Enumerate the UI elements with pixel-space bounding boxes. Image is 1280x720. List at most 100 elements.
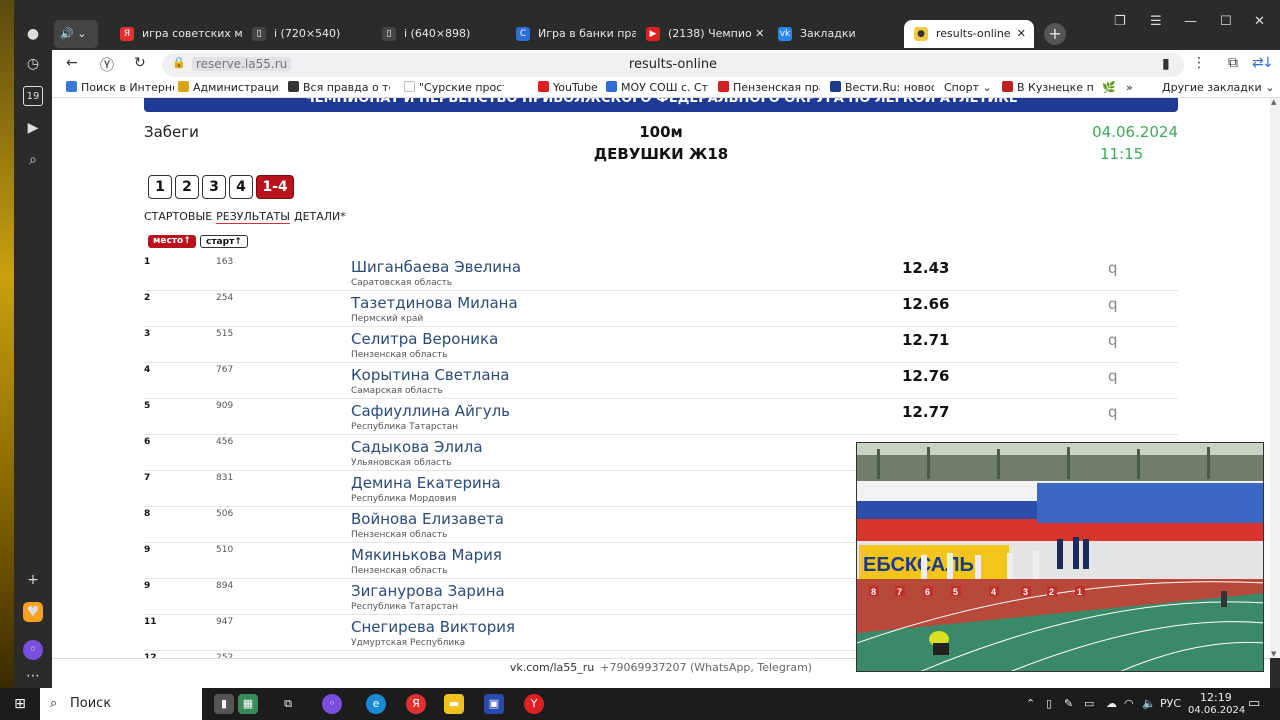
leaf-icon[interactable]: 🌿: [1102, 81, 1116, 94]
athlete-name-link[interactable]: Войнова Елизавета: [351, 510, 504, 528]
tab-title: (2138) Чемпио: [668, 27, 752, 40]
history-icon[interactable]: ◷: [23, 54, 43, 74]
tab-4[interactable]: C Игра в банки прави: [516, 20, 636, 48]
yandex-icon[interactable]: Ⓨ: [100, 55, 114, 75]
battery-icon[interactable]: ▭: [1084, 697, 1094, 710]
more-icon[interactable]: ⋯: [23, 666, 43, 686]
edge-icon[interactable]: e: [366, 694, 386, 714]
tab-active[interactable]: ● results-online ✕: [904, 20, 1034, 48]
athlete-name-link[interactable]: Садыкова Элила: [351, 438, 483, 456]
folder-icon[interactable]: ▬: [444, 694, 464, 714]
athlete-name-link[interactable]: Корытина Светлана: [351, 366, 510, 384]
alice-icon[interactable]: ◦: [322, 694, 342, 714]
video-pip-player[interactable]: ЕБСКСАЛЬ 8 7 6 5 4 3 2 1: [856, 442, 1264, 672]
reload-icon[interactable]: ↻: [134, 55, 146, 71]
pen-icon[interactable]: ✎: [1064, 697, 1073, 710]
athlete-name-link[interactable]: Селитра Вероника: [351, 330, 498, 348]
download-icon[interactable]: ↓: [1262, 55, 1274, 71]
heat-button-3[interactable]: 3: [202, 175, 226, 199]
other-bookmarks[interactable]: Другие закладки ⌄: [1162, 81, 1274, 94]
heat-button-2[interactable]: 2: [175, 175, 199, 199]
page-icon: ▯: [252, 27, 266, 41]
place-cell: 9: [144, 581, 151, 591]
bookmark-icon[interactable]: ▮: [1162, 56, 1170, 72]
more-icon[interactable]: ⋮: [1192, 55, 1206, 71]
heat-button-1[interactable]: 1: [148, 175, 172, 199]
notes-app-icon[interactable]: ♥: [23, 602, 43, 622]
bookmark-icon: [718, 81, 729, 92]
collections-icon[interactable]: ⧉: [1228, 55, 1238, 71]
bookmark-icon: [178, 81, 189, 92]
close-window-icon[interactable]: ✕: [1254, 14, 1265, 29]
yandex-icon[interactable]: Я: [406, 694, 426, 714]
calendar-icon[interactable]: 19: [23, 86, 43, 106]
chevron-more-icon[interactable]: »: [1126, 81, 1133, 94]
sort-by-start-button[interactable]: старт↑: [200, 235, 248, 248]
bookmark-item[interactable]: Поиск в Интерне: [66, 81, 174, 94]
volume-icon[interactable]: 🔈: [1142, 697, 1156, 710]
maximize-icon[interactable]: ☐: [1220, 14, 1232, 29]
heat-button-all[interactable]: 1-4: [256, 175, 294, 199]
notifications-icon[interactable]: ▭: [1248, 696, 1260, 711]
bookmark-item[interactable]: Вся правда о тер: [288, 81, 390, 94]
video-icon[interactable]: ▶: [23, 118, 43, 138]
athlete-name-link[interactable]: Сафиуллина Айгуль: [351, 402, 510, 420]
tab-1[interactable]: Яигра советских мал: [120, 20, 242, 48]
yandex-browser-icon[interactable]: Y: [524, 694, 544, 714]
scroll-up-icon[interactable]: ▲: [1271, 98, 1276, 106]
athlete-name-link[interactable]: Зиганурова Зарина: [351, 582, 505, 600]
save-icon[interactable]: ▣: [484, 694, 504, 714]
url-field[interactable]: 🔒 reserve.la55.ru results-online ▮: [162, 53, 1184, 77]
athlete-name-link[interactable]: Тазетдинова Милана: [351, 294, 518, 312]
page-scrollbar[interactable]: ▲ ▼: [1270, 98, 1280, 658]
cloud-icon[interactable]: ☁: [1106, 697, 1117, 710]
bookmark-item[interactable]: МОУ СОШ с. Стар: [606, 81, 708, 94]
tab-2[interactable]: ▯ i (720×540): [252, 20, 372, 48]
minimize-icon[interactable]: —: [1184, 14, 1197, 29]
bookmarks-panel-icon[interactable]: ❐: [1114, 14, 1126, 29]
link-results[interactable]: РЕЗУЛЬТАТЫ: [216, 210, 290, 224]
close-icon[interactable]: ✕: [1017, 20, 1026, 48]
tab-3[interactable]: ▯ i (640×898): [382, 20, 502, 48]
tab-sound-control[interactable]: 🔊 ⌄: [54, 20, 98, 48]
tab-6[interactable]: vk Закладки: [778, 20, 898, 48]
language-indicator[interactable]: РУС: [1160, 697, 1181, 710]
taskbar-search[interactable]: ⌕ Поиск: [40, 688, 202, 720]
qualification-mark: q: [1108, 295, 1118, 313]
chevron-up-icon[interactable]: ⌃: [1026, 697, 1035, 710]
windows-start-icon[interactable]: ⊞: [10, 694, 30, 714]
athlete-name-link[interactable]: Демина Екатерина: [351, 474, 501, 492]
footer-vk-link[interactable]: vk.com/la55_ru: [510, 661, 594, 674]
bookmark-item[interactable]: "Сурские простор: [404, 81, 504, 94]
menu-icon[interactable]: ☰: [1150, 14, 1162, 29]
map-icon[interactable]: ▦: [238, 694, 258, 714]
alice-icon[interactable]: ◦: [23, 640, 43, 660]
screenshot-icon[interactable]: ⌕: [23, 150, 43, 170]
clock-date[interactable]: 04.06.2024: [1188, 705, 1245, 716]
bookmark-item[interactable]: Пензенская прав: [718, 81, 820, 94]
usb-icon[interactable]: ▯: [1046, 697, 1052, 710]
athlete-name-link[interactable]: Мякинькова Мария: [351, 546, 502, 564]
task-view-icon[interactable]: ⧉: [278, 694, 298, 714]
bookmark-item[interactable]: В Кузнецке про: [1002, 81, 1094, 94]
link-details[interactable]: ДЕТАЛИ*: [294, 210, 346, 223]
profile-icon[interactable]: ●: [23, 24, 43, 44]
athlete-name-link[interactable]: Снегирева Виктория: [351, 618, 515, 636]
bookmark-item[interactable]: Администрация: [178, 81, 280, 94]
back-icon[interactable]: ←: [66, 55, 78, 71]
tab-5[interactable]: ▶ (2138) Чемпио ✕: [646, 20, 766, 48]
athlete-name-link[interactable]: Шиганбаева Эвелина: [351, 258, 521, 276]
add-panel-icon[interactable]: +: [23, 570, 43, 590]
sort-by-place-button[interactable]: место↑: [148, 235, 196, 248]
heat-button-4[interactable]: 4: [229, 175, 253, 199]
link-start-lists[interactable]: СТАРТОВЫЕ: [144, 210, 212, 223]
new-tab-button[interactable]: +: [1044, 23, 1066, 45]
clock-time[interactable]: 12:19: [1200, 691, 1232, 704]
bookmark-folder[interactable]: Спорт ⌄: [944, 81, 994, 94]
close-icon[interactable]: ✕: [755, 27, 764, 40]
wifi-icon[interactable]: ◠: [1124, 697, 1134, 710]
bookmark-item[interactable]: Вести.Ru: новост: [830, 81, 934, 94]
scroll-down-icon[interactable]: ▼: [1271, 650, 1276, 658]
bookmark-item[interactable]: YouTube: [538, 81, 600, 94]
trash-icon[interactable]: ▮: [214, 694, 234, 714]
